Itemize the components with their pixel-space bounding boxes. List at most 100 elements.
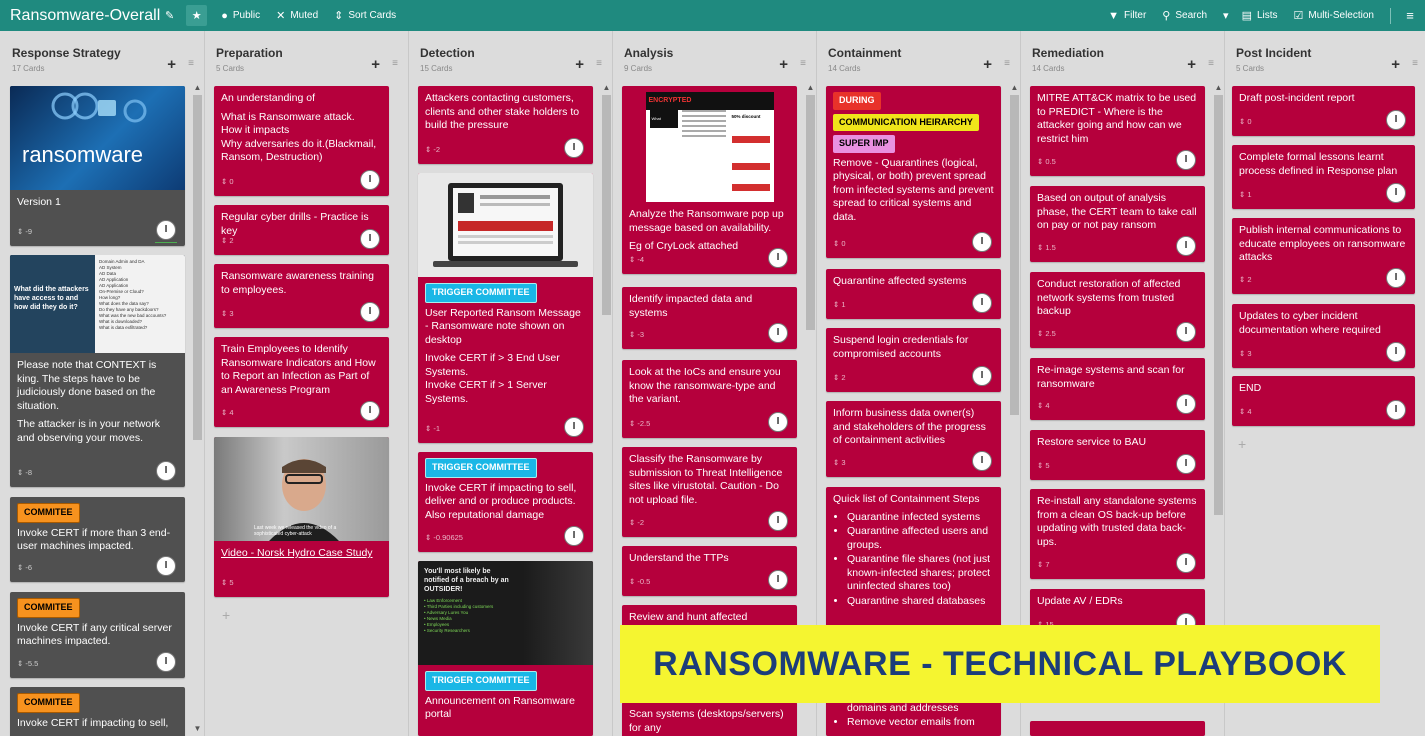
scroll-up-icon[interactable]: ▲ bbox=[1213, 83, 1224, 92]
card-version-1[interactable]: ransomware Version 1 ⇕ -9 I bbox=[10, 86, 185, 246]
card-remediation-more[interactable] bbox=[1030, 721, 1205, 736]
add-card-plus-icon[interactable]: + bbox=[1238, 436, 1246, 452]
list-header[interactable]: Response Strategy 17 Cards + ≡ bbox=[0, 31, 198, 79]
scroll-thumb[interactable] bbox=[1010, 95, 1019, 415]
avatar[interactable]: I bbox=[972, 451, 992, 471]
card-ransom-message[interactable]: TRIGGER COMMITTEE User Reported Ransom M… bbox=[418, 173, 593, 443]
multiselect-button[interactable]: ☑ Multi-Selection bbox=[1294, 9, 1374, 22]
add-card-plus-icon[interactable]: + bbox=[983, 56, 992, 73]
avatar[interactable]: I bbox=[1386, 268, 1406, 288]
scrollbar[interactable]: ▲ bbox=[601, 83, 612, 736]
add-card-plus-icon[interactable]: + bbox=[1187, 56, 1196, 73]
list-header[interactable]: Analysis 9 Cards + ≡ bbox=[612, 31, 810, 79]
avatar[interactable]: I bbox=[1176, 553, 1196, 573]
avatar[interactable]: I bbox=[360, 229, 380, 249]
card-suspend-credentials[interactable]: Suspend login credentials for compromise… bbox=[826, 328, 1001, 392]
avatar[interactable]: I bbox=[972, 232, 992, 252]
add-card-plus-icon[interactable]: + bbox=[575, 56, 584, 73]
scrollbar[interactable]: ▲ ▼ bbox=[192, 83, 203, 736]
card-end[interactable]: END ⇕ 4 I bbox=[1232, 376, 1415, 426]
list-header[interactable]: Post Incident 5 Cards + ≡ bbox=[1224, 31, 1422, 79]
avatar[interactable]: I bbox=[564, 526, 584, 546]
avatar[interactable]: I bbox=[1176, 454, 1196, 474]
list-menu-icon[interactable]: ≡ bbox=[392, 58, 398, 69]
card-scan-systems[interactable]: Scan systems (desktops/servers) for any bbox=[622, 702, 797, 736]
card-draft-report[interactable]: Draft post-incident report ⇕ 0 I bbox=[1232, 86, 1415, 136]
avatar[interactable]: I bbox=[360, 170, 380, 190]
view-dropdown[interactable]: ▾ bbox=[1223, 9, 1234, 22]
sort-cards-button[interactable]: ⇕ Sort Cards bbox=[334, 9, 396, 22]
add-card-plus-icon[interactable]: + bbox=[1391, 56, 1400, 73]
avatar[interactable]: I bbox=[972, 293, 992, 313]
list-menu-icon[interactable]: ≡ bbox=[800, 58, 806, 69]
list-header[interactable]: Preparation 5 Cards + ≡ bbox=[204, 31, 402, 79]
card-video-norsk-hydro[interactable]: Last week we released the video of a sop… bbox=[214, 437, 389, 597]
avatar[interactable]: I bbox=[1176, 394, 1196, 414]
card-internal-comms[interactable]: Publish internal communications to educa… bbox=[1232, 218, 1415, 294]
card-analyze-popup[interactable]: ENCRYPTED What happened? 50% discount An… bbox=[622, 86, 797, 274]
card-ransomware-portal[interactable]: You'll most likely be notified of a brea… bbox=[418, 561, 593, 736]
avatar[interactable]: I bbox=[1386, 183, 1406, 203]
scroll-up-icon[interactable]: ▲ bbox=[1009, 83, 1020, 92]
scroll-thumb[interactable] bbox=[193, 95, 202, 440]
card-commitee-end-user[interactable]: COMMITEE Invoke CERT if more than 3 end-… bbox=[10, 497, 185, 582]
card-restoration[interactable]: Conduct restoration of affected network … bbox=[1030, 272, 1205, 348]
card-classify-ransomware[interactable]: Classify the Ransomware by submission to… bbox=[622, 447, 797, 537]
video-thumbnail[interactable]: Last week we released the video of a sop… bbox=[214, 437, 389, 541]
list-menu-icon[interactable]: ≡ bbox=[1004, 58, 1010, 69]
avatar[interactable]: I bbox=[768, 323, 788, 343]
card-impact-sell[interactable]: TRIGGER COMMITTEE Invoke CERT if impacti… bbox=[418, 452, 593, 552]
card-attackers-contacting[interactable]: Attackers contacting customers, clients … bbox=[418, 86, 593, 164]
avatar[interactable]: I bbox=[1386, 110, 1406, 130]
card-mitre-attack[interactable]: MITRE ATT&CK matrix to be used to PREDIC… bbox=[1030, 86, 1205, 176]
add-card-plus-icon[interactable]: + bbox=[371, 56, 380, 73]
card-identify-impacted[interactable]: Identify impacted data and systems ⇕ -3 … bbox=[622, 287, 797, 349]
add-card-plus-icon[interactable]: + bbox=[222, 607, 230, 623]
avatar[interactable]: I bbox=[972, 366, 992, 386]
scroll-up-icon[interactable]: ▲ bbox=[805, 83, 816, 92]
add-card-plus-icon[interactable]: + bbox=[167, 56, 176, 73]
avatar[interactable]: I bbox=[360, 401, 380, 421]
avatar[interactable]: I bbox=[156, 652, 176, 672]
avatar[interactable]: I bbox=[768, 412, 788, 432]
card-commitee-sell[interactable]: COMMITEE Invoke CERT if impacting to sel… bbox=[10, 687, 185, 736]
avatar[interactable]: I bbox=[1176, 236, 1196, 256]
lists-button[interactable]: ▤ Lists bbox=[1242, 9, 1278, 22]
card-documentation-updates[interactable]: Updates to cyber incident documentation … bbox=[1232, 304, 1415, 368]
edit-icon[interactable]: ✎ bbox=[165, 9, 174, 22]
card-pay-ransom[interactable]: Based on output of analysis phase, the C… bbox=[1030, 186, 1205, 262]
scroll-thumb[interactable] bbox=[1214, 95, 1223, 515]
video-link[interactable]: Video - Norsk Hydro Case Study bbox=[221, 547, 382, 561]
avatar[interactable]: I bbox=[564, 138, 584, 158]
avatar[interactable]: I bbox=[156, 461, 176, 481]
filter-button[interactable]: ▼ Filter bbox=[1108, 10, 1146, 22]
card-lessons-learnt[interactable]: Complete formal lessons learnt process d… bbox=[1232, 145, 1415, 209]
avatar[interactable]: I bbox=[564, 417, 584, 437]
avatar[interactable]: I bbox=[1176, 150, 1196, 170]
card-cyber-drills[interactable]: Regular cyber drills - Practice is key ⇕… bbox=[214, 205, 389, 255]
avatar[interactable]: I bbox=[156, 220, 176, 240]
card-understand-ttps[interactable]: Understand the TTPs ⇕ -0.5 I bbox=[622, 546, 797, 596]
star-icon[interactable]: ★ bbox=[186, 5, 208, 26]
avatar[interactable]: I bbox=[768, 570, 788, 590]
card-context-note[interactable]: What did the attackers have access to an… bbox=[10, 255, 185, 487]
scroll-thumb[interactable] bbox=[806, 95, 815, 330]
add-card-plus-icon[interactable]: + bbox=[779, 56, 788, 73]
scroll-up-icon[interactable]: ▲ bbox=[192, 83, 203, 92]
card-understanding[interactable]: An understanding of What is Ransomware a… bbox=[214, 86, 389, 196]
list-menu-icon[interactable]: ≡ bbox=[596, 58, 602, 69]
list-menu-icon[interactable]: ≡ bbox=[188, 58, 194, 69]
card-quarantine-systems[interactable]: Quarantine affected systems ⇕ 1 I bbox=[826, 269, 1001, 319]
board-title[interactable]: Ransomware-Overall bbox=[0, 7, 165, 25]
card-inform-owners[interactable]: Inform business data owner(s) and stakeh… bbox=[826, 401, 1001, 477]
list-menu-icon[interactable]: ≡ bbox=[1412, 58, 1418, 69]
scroll-thumb[interactable] bbox=[602, 95, 611, 315]
card-awareness-training[interactable]: Ransomware awareness training to employe… bbox=[214, 264, 389, 328]
hamburger-icon[interactable]: ≡ bbox=[1399, 8, 1421, 23]
card-quarantines[interactable]: DURING COMMUNICATION HEIRARCHY SUPER IMP… bbox=[826, 86, 1001, 258]
avatar[interactable]: I bbox=[1386, 342, 1406, 362]
avatar[interactable]: I bbox=[768, 511, 788, 531]
card-train-employees[interactable]: Train Employees to Identify Ransomware I… bbox=[214, 337, 389, 427]
scroll-down-icon[interactable]: ▼ bbox=[192, 724, 203, 733]
search-button[interactable]: ⚲ Search bbox=[1162, 9, 1207, 22]
